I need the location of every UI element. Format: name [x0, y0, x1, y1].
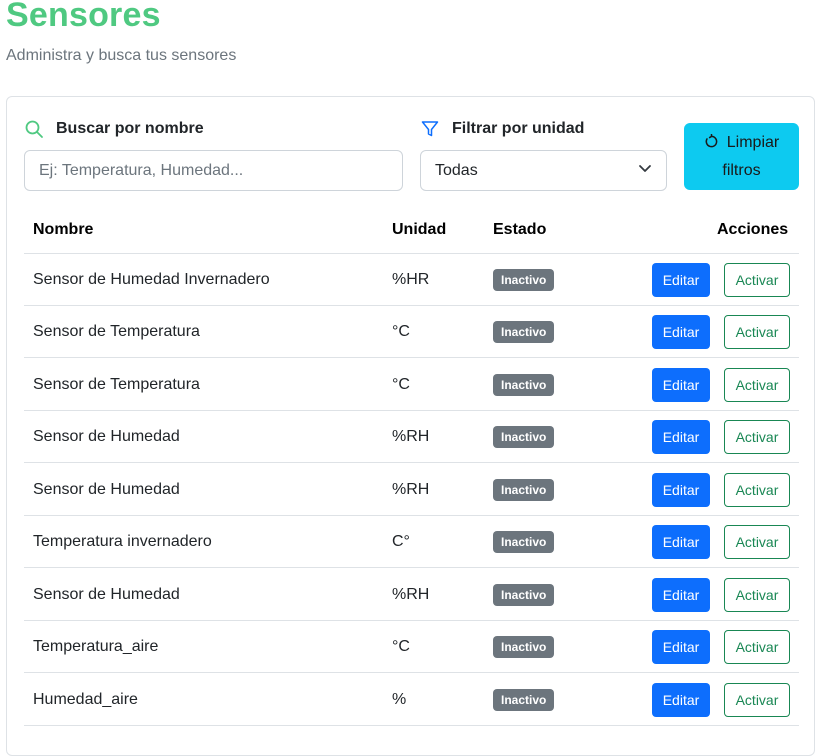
clear-filters-label-2: filtros [722, 161, 761, 179]
status-cell: Inactivo [493, 306, 555, 358]
activate-button[interactable]: Activar [724, 473, 790, 507]
clear-filters-label-1: Limpiar [726, 133, 780, 151]
column-header-status: Estado [493, 221, 547, 238]
unit-select[interactable]: Todas [420, 150, 667, 191]
sensor-unit: °C [392, 376, 410, 393]
edit-button[interactable]: Editar [652, 315, 710, 349]
edit-button[interactable]: Editar [652, 578, 710, 612]
sensor-unit: %RH [392, 428, 430, 445]
sensor-name: Temperatura invernadero [33, 533, 212, 550]
edit-button[interactable]: Editar [652, 368, 710, 402]
table-row: Temperatura invernadero C° Inactivo Editar A… [24, 516, 799, 568]
filter-icon [420, 119, 440, 139]
edit-button[interactable]: Editar [652, 525, 710, 559]
search-input[interactable] [24, 150, 403, 191]
edit-button[interactable]: Editar [652, 630, 710, 664]
sensor-name: Sensor de Humedad [33, 428, 180, 445]
unit-filter-label: Filtrar por unidad [420, 119, 584, 139]
status-cell: Inactivo [493, 674, 555, 726]
unit-filter-label-text: Filtrar por unidad [452, 120, 585, 137]
search-label-text: Buscar por nombre [56, 120, 204, 137]
refresh-icon [704, 132, 719, 158]
status-cell: Inactivo [493, 411, 555, 463]
status-badge: Inactivo [493, 636, 555, 658]
activate-button[interactable]: Activar [724, 683, 790, 717]
status-badge: Inactivo [493, 321, 555, 343]
activate-button[interactable]: Activar [724, 578, 790, 612]
unit-select-value: Todas [435, 161, 478, 179]
search-icon [24, 119, 44, 139]
table-row: Sensor de Temperatura °C Inactivo Editar Act… [24, 359, 799, 411]
sensor-unit: %RH [392, 481, 430, 498]
activate-button[interactable]: Activar [724, 630, 790, 664]
edit-button[interactable]: Editar [652, 683, 710, 717]
status-badge: Inactivo [493, 374, 555, 396]
status-badge: Inactivo [493, 426, 555, 448]
table-row: Sensor de Temperatura °C Inactivo Editar Act… [24, 306, 799, 358]
edit-button[interactable]: Editar [652, 420, 710, 454]
page-title: Sensores [6, 0, 161, 34]
status-badge: Inactivo [493, 269, 555, 291]
table-row: Sensor de Humedad Invernadero %HR Inactivo… [24, 254, 799, 306]
status-badge: Inactivo [493, 531, 555, 553]
sensor-name: Sensor de Humedad [33, 481, 180, 498]
status-cell: Inactivo [493, 464, 555, 516]
column-header-unit: Unidad [392, 221, 447, 238]
activate-button[interactable]: Activar [724, 263, 790, 297]
status-badge: Inactivo [493, 479, 555, 501]
status-badge: Inactivo [493, 584, 555, 606]
edit-button[interactable]: Editar [652, 263, 710, 297]
status-cell: Inactivo [493, 254, 555, 306]
search-label: Buscar por nombre [24, 119, 204, 139]
activate-button[interactable]: Activar [724, 525, 790, 559]
table-row: Sensor de Humedad %RH Inactivo Editar Activa… [24, 569, 799, 621]
sensor-unit: %RH [392, 586, 430, 603]
sensor-name: Sensor de Humedad [33, 586, 180, 603]
sensor-name: Sensor de Temperatura [33, 376, 200, 393]
sensor-name: Temperatura_aire [33, 638, 159, 655]
table-row: Sensor de Humedad %RH Inactivo Editar Activa… [24, 464, 799, 516]
chevron-down-icon [638, 161, 652, 180]
sensor-unit: %HR [392, 271, 430, 288]
status-cell: Inactivo [493, 569, 555, 621]
sensor-name: Humedad_aire [33, 691, 138, 708]
activate-button[interactable]: Activar [724, 420, 790, 454]
status-cell: Inactivo [493, 621, 555, 673]
page-subtitle: Administra y busca tus sensores [6, 47, 237, 64]
activate-button[interactable]: Activar [724, 315, 790, 349]
edit-button[interactable]: Editar [652, 473, 710, 507]
activate-button[interactable]: Activar [724, 368, 790, 402]
sensor-unit: °C [392, 638, 410, 655]
sensor-unit: % [392, 691, 407, 708]
status-cell: Inactivo [493, 516, 555, 568]
clear-filters-button[interactable]: Limpiar filtros [684, 123, 799, 190]
status-cell: Inactivo [493, 359, 555, 411]
sensor-name: Sensor de Humedad Invernadero [33, 271, 270, 288]
sensor-unit: C° [392, 533, 410, 550]
table-row: Temperatura_aire °C Inactivo Editar Activar [24, 621, 799, 673]
column-header-actions: Acciones [717, 221, 789, 238]
table-row: Humedad_aire% Inactivo Editar Activar [24, 674, 799, 726]
sensor-unit: °C [392, 323, 410, 340]
table-row: Sensor de Humedad %RH Inactivo Editar Activa… [24, 411, 799, 463]
column-header-name: Nombre [33, 221, 94, 238]
sensor-name: Sensor de Temperatura [33, 323, 200, 340]
status-badge: Inactivo [493, 689, 555, 711]
